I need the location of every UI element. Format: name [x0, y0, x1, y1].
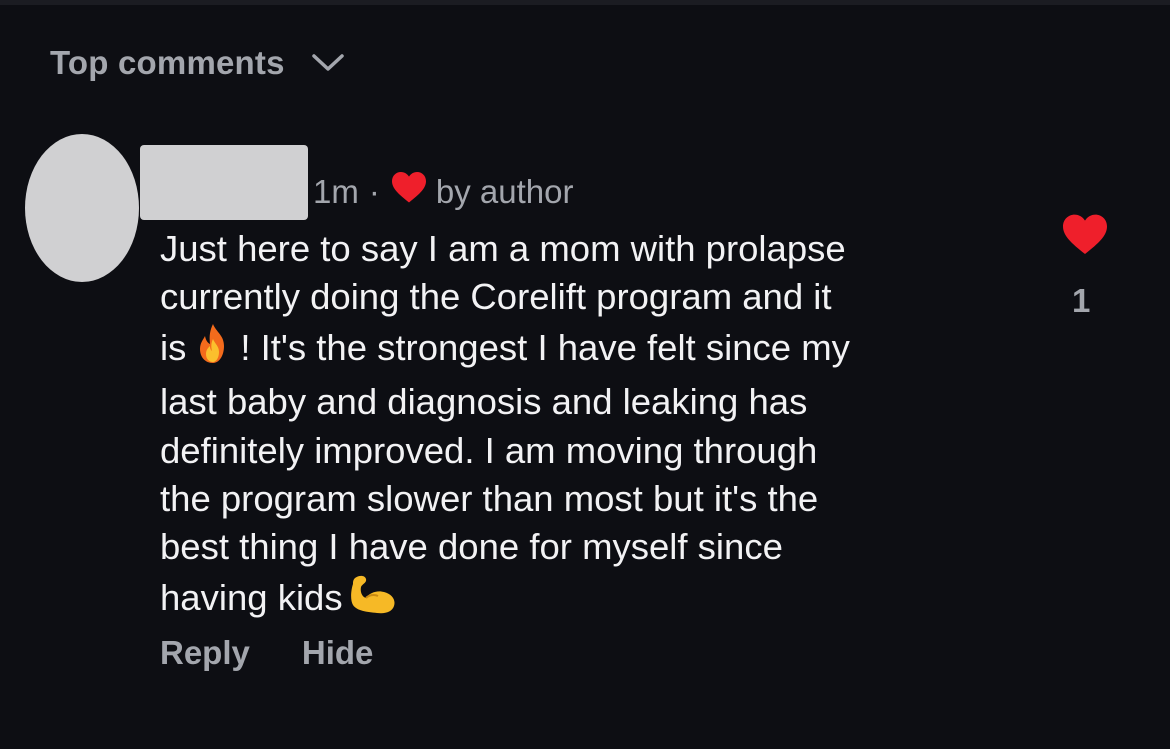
fire-emoji-icon: [190, 322, 236, 378]
flexed-biceps-emoji-icon: [347, 572, 399, 628]
redacted-username[interactable]: [140, 145, 308, 220]
top-divider: [0, 0, 1170, 5]
sort-label: Top comments: [50, 44, 285, 81]
heart-icon: [390, 170, 428, 213]
chevron-down-icon: [311, 53, 345, 78]
avatar[interactable]: [25, 134, 139, 282]
comment-meta: 1m · by author: [313, 170, 573, 213]
comment-actions: Reply Hide: [160, 634, 425, 672]
hide-button[interactable]: Hide: [302, 634, 374, 672]
sort-dropdown[interactable]: Top comments: [50, 44, 345, 82]
like-count: 1: [1072, 282, 1091, 319]
meta-separator: ·: [368, 172, 380, 210]
comment-text: Just here to say I am a mom with prolaps…: [160, 225, 1040, 628]
reply-button[interactable]: Reply: [160, 634, 250, 672]
like-heart-icon[interactable]: [1060, 212, 1110, 261]
comment-text-part-2: ! It's the strongest I have felt since m…: [160, 326, 850, 618]
comment-time: 1m: [313, 172, 359, 210]
liked-by-author-label: by author: [435, 172, 574, 210]
